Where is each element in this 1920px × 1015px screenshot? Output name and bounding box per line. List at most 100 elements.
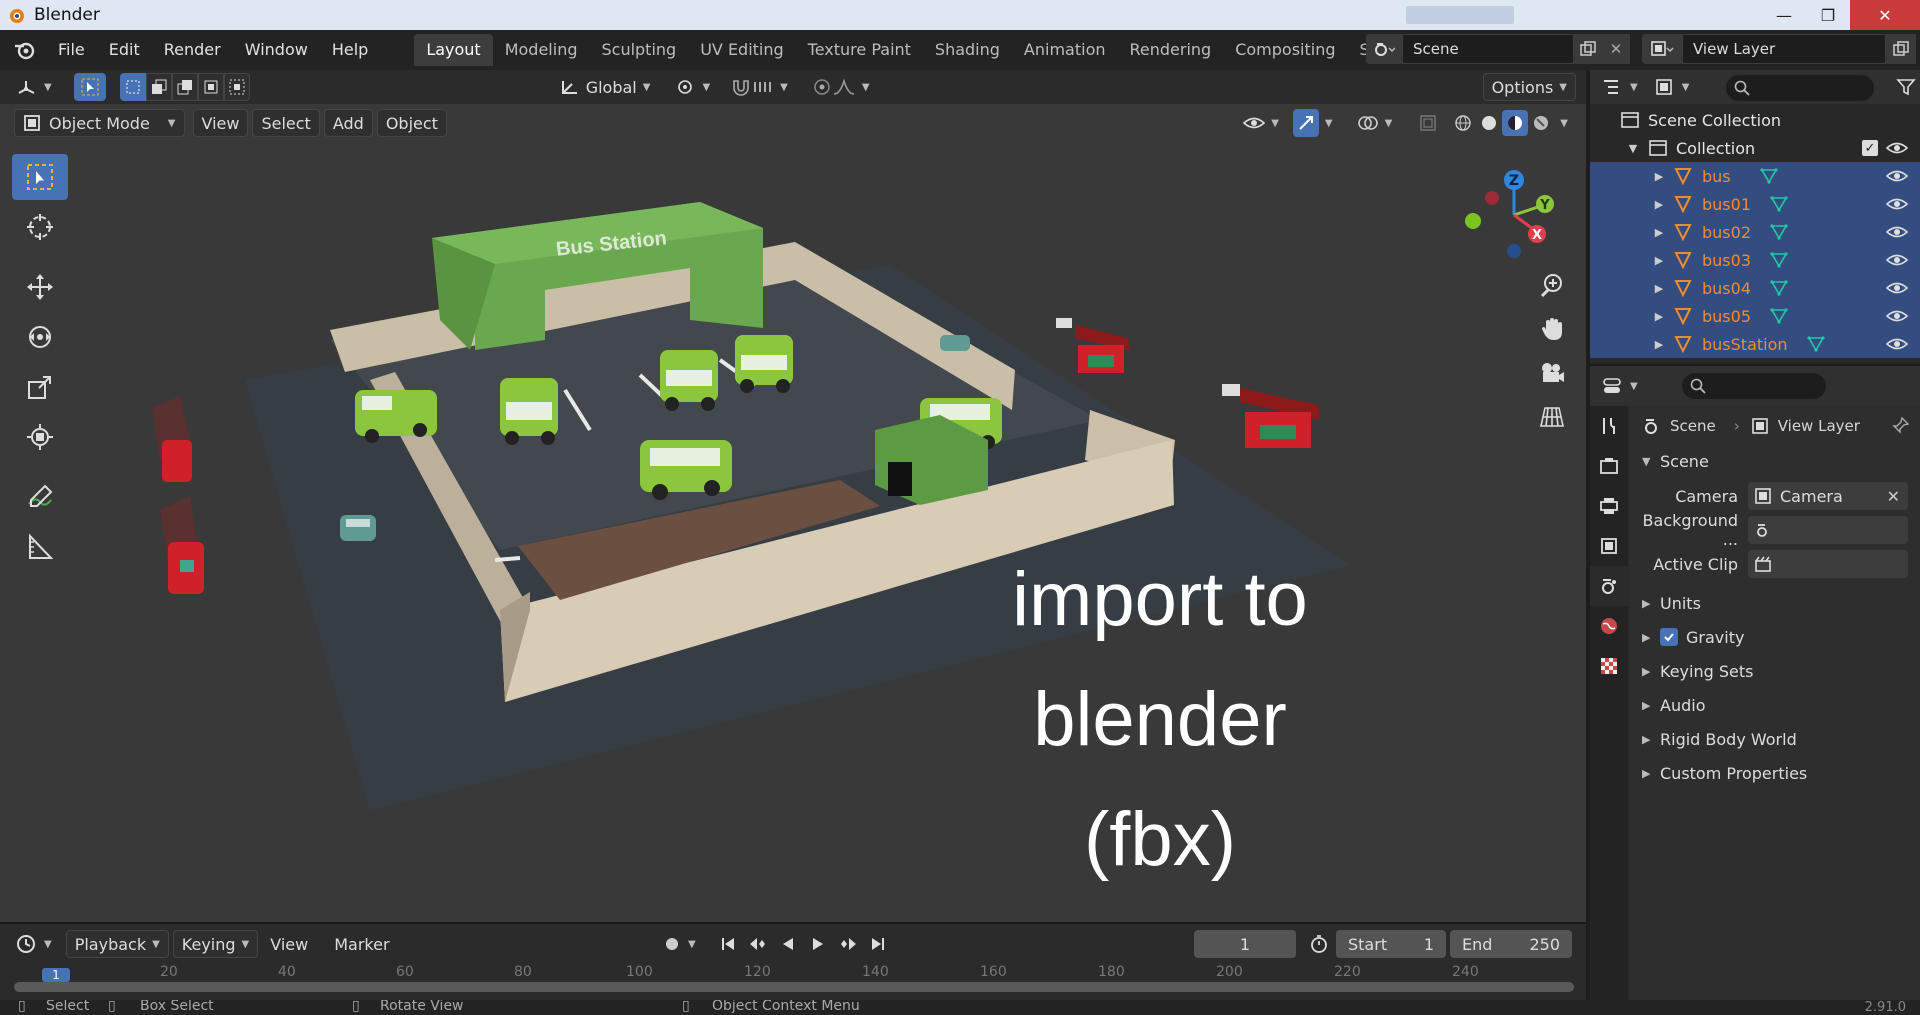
use-preview-range-button[interactable]	[1306, 930, 1332, 958]
outliner-search-input[interactable]	[1726, 75, 1874, 101]
select-invert-button[interactable]	[197, 73, 224, 101]
outliner-object-bus03[interactable]: ▶ bus03	[1590, 246, 1920, 274]
overlays-toggle[interactable]: ▼	[1349, 109, 1401, 137]
tab-animation[interactable]: Animation	[1012, 34, 1118, 66]
select-new-button[interactable]	[119, 73, 146, 101]
tab-uv-editing[interactable]: UV Editing	[688, 34, 795, 66]
active-clip-field[interactable]	[1748, 550, 1908, 578]
outliner-object-bus04[interactable]: ▶ bus04	[1590, 274, 1920, 302]
tab-output[interactable]	[1590, 486, 1628, 526]
expand-arrow-icon[interactable]: ▶	[1652, 310, 1666, 323]
view-layer-browse-button[interactable]	[1642, 34, 1682, 64]
auto-keying-button[interactable]	[658, 930, 686, 958]
maximize-button[interactable]: ❐	[1806, 0, 1850, 30]
eye-icon[interactable]	[1886, 165, 1908, 187]
keying-menu[interactable]: Keying ▼	[172, 930, 259, 958]
material-preview-button[interactable]	[1502, 110, 1529, 136]
expand-arrow-icon[interactable]: ▶	[1652, 170, 1666, 183]
menu-window[interactable]: Window	[233, 34, 320, 66]
close-window-button[interactable]: ✕	[1850, 0, 1920, 30]
prev-keyframe-button[interactable]	[744, 930, 772, 958]
outliner-object-bus[interactable]: ▶ bus	[1590, 162, 1920, 190]
play-button[interactable]	[804, 930, 832, 958]
end-frame-field[interactable]: End 250	[1450, 930, 1572, 958]
blender-menu-icon[interactable]	[12, 37, 38, 63]
gizmo-toggle[interactable]	[1292, 109, 1319, 137]
outliner-object-busstation[interactable]: ▶ busStation	[1590, 330, 1920, 358]
new-scene-button[interactable]	[1574, 34, 1602, 64]
tab-tool[interactable]	[1590, 406, 1628, 446]
properties-search-input[interactable]	[1682, 373, 1826, 399]
tab-render[interactable]	[1590, 446, 1628, 486]
tab-modeling[interactable]: Modeling	[493, 34, 590, 66]
tab-compositing[interactable]: Compositing	[1223, 34, 1347, 66]
transform-orientation-dropdown[interactable]: Global ▼	[552, 73, 659, 101]
panel-scene-header[interactable]: ▼ Scene	[1642, 446, 1709, 476]
timeline-scrollbar[interactable]	[14, 982, 1574, 992]
add-menu[interactable]: Add	[323, 109, 373, 137]
timeline-view-menu[interactable]: View	[262, 930, 316, 958]
current-frame-field[interactable]: 1	[1194, 930, 1296, 958]
jump-start-button[interactable]	[714, 930, 742, 958]
keying-dropdown-caret[interactable]: ▼	[688, 939, 696, 950]
outliner-collection[interactable]: ▼ Collection ✓	[1590, 134, 1920, 162]
outliner-object-bus05[interactable]: ▶ bus05	[1590, 302, 1920, 330]
menu-render[interactable]: Render	[152, 34, 233, 66]
menu-edit[interactable]: Edit	[97, 34, 152, 66]
shading-dropdown-caret[interactable]: ▼	[1560, 118, 1568, 129]
view-menu[interactable]: View	[192, 109, 249, 137]
minimize-button[interactable]: —	[1762, 0, 1806, 30]
scene-name-field[interactable]: Scene	[1402, 34, 1574, 64]
eye-icon[interactable]	[1886, 249, 1908, 271]
solid-shading-button[interactable]	[1476, 110, 1502, 136]
gravity-checkbox[interactable]	[1660, 628, 1678, 646]
menu-help[interactable]: Help	[320, 34, 380, 66]
eye-icon[interactable]	[1886, 193, 1908, 215]
rendered-shading-button[interactable]	[1528, 110, 1554, 136]
expand-arrow-icon[interactable]: ▶	[1652, 338, 1666, 351]
tab-sculpting[interactable]: Sculpting	[589, 34, 688, 66]
exclude-checkbox[interactable]: ✓	[1862, 140, 1878, 156]
panel-custom-props-header[interactable]: ▶ Custom Properties	[1642, 758, 1807, 788]
panel-units-header[interactable]: ▶ Units	[1642, 588, 1701, 618]
background-scene-field[interactable]	[1748, 516, 1908, 544]
select-extend-button[interactable]	[145, 73, 172, 101]
panel-keying-sets-header[interactable]: ▶ Keying Sets	[1642, 656, 1753, 686]
tab-shading[interactable]: Shading	[923, 34, 1012, 66]
eye-icon[interactable]	[1886, 221, 1908, 243]
object-mode-dropdown[interactable]: Object Mode ▼	[14, 109, 185, 137]
view-layer-name-field[interactable]: View Layer	[1682, 34, 1886, 64]
expand-arrow-icon[interactable]: ▶	[1652, 226, 1666, 239]
wireframe-shading-button[interactable]	[1450, 110, 1476, 136]
play-reverse-button[interactable]	[774, 930, 802, 958]
timeline-editor-type-button[interactable]: ▼	[8, 930, 60, 958]
jump-end-button[interactable]	[864, 930, 892, 958]
playback-menu[interactable]: Playback ▼	[65, 930, 169, 958]
clear-camera-icon[interactable]: ✕	[1887, 487, 1900, 506]
collapse-arrow-icon[interactable]: ▼	[1626, 142, 1640, 155]
new-view-layer-button[interactable]	[1886, 34, 1916, 64]
tab-texture-paint[interactable]: Texture Paint	[796, 34, 923, 66]
properties-editor-type-button[interactable]: ▼	[1602, 377, 1638, 395]
outliner-object-bus02[interactable]: ▶ bus02	[1590, 218, 1920, 246]
timeline-ruler[interactable]: 20 40 60 80 100 120 140 160 180 200 220 …	[0, 964, 1586, 982]
tab-rendering[interactable]: Rendering	[1118, 34, 1224, 66]
visibility-dropdown[interactable]: ▼	[1235, 109, 1287, 137]
select-intersect-button[interactable]	[223, 73, 250, 101]
select-tool-mode-button[interactable]	[73, 73, 106, 101]
proportional-editing-toggle[interactable]: ▼	[804, 73, 878, 101]
pivot-point-dropdown[interactable]: ▼	[666, 73, 718, 101]
object-menu[interactable]: Object	[376, 109, 447, 137]
outliner-object-bus01[interactable]: ▶ bus01	[1590, 190, 1920, 218]
display-mode-dropdown[interactable]: ▼	[1654, 78, 1689, 96]
snap-toggle[interactable]: ▼	[722, 73, 796, 101]
pin-icon[interactable]	[1892, 416, 1910, 434]
expand-arrow-icon[interactable]: ▶	[1652, 254, 1666, 267]
panel-gravity-header[interactable]: ▶ Gravity	[1642, 622, 1744, 652]
expand-arrow-icon[interactable]: ▶	[1652, 198, 1666, 211]
filter-button[interactable]	[1896, 77, 1916, 101]
delete-scene-button[interactable]: ✕	[1602, 34, 1630, 64]
tab-texture[interactable]	[1590, 646, 1628, 686]
select-subtract-button[interactable]	[171, 73, 198, 101]
eye-icon[interactable]	[1886, 277, 1908, 299]
